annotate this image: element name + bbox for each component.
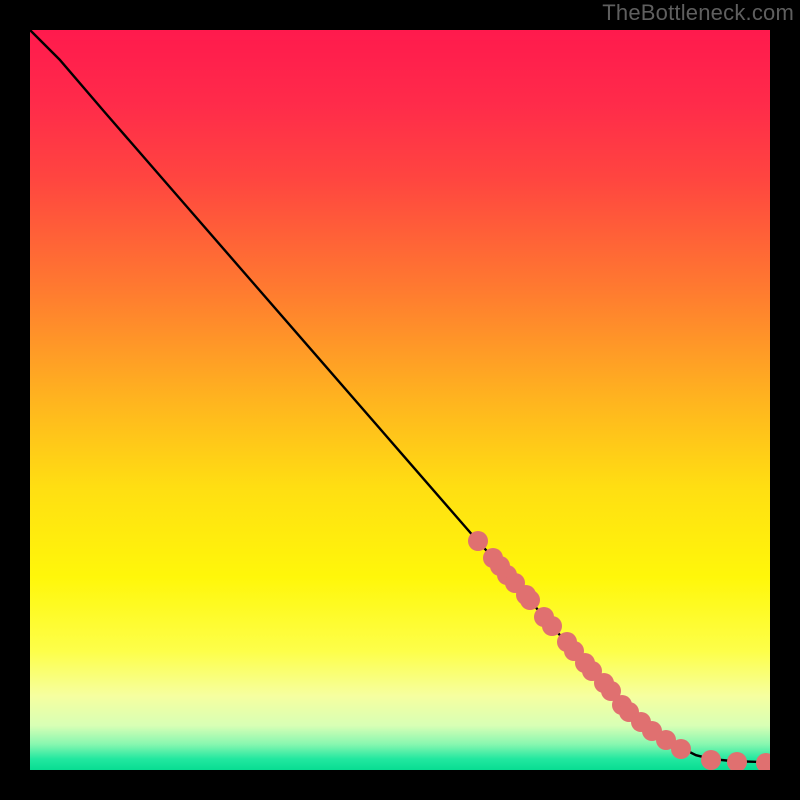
data-marker: [727, 752, 747, 770]
plot-area: [30, 30, 770, 770]
main-curve: [30, 30, 770, 763]
data-marker: [520, 590, 540, 610]
data-marker: [756, 753, 770, 770]
data-marker: [701, 750, 721, 770]
curve-layer: [30, 30, 770, 770]
chart-frame: TheBottleneck.com: [0, 0, 800, 800]
attribution-text: TheBottleneck.com: [602, 0, 794, 26]
data-marker: [468, 531, 488, 551]
